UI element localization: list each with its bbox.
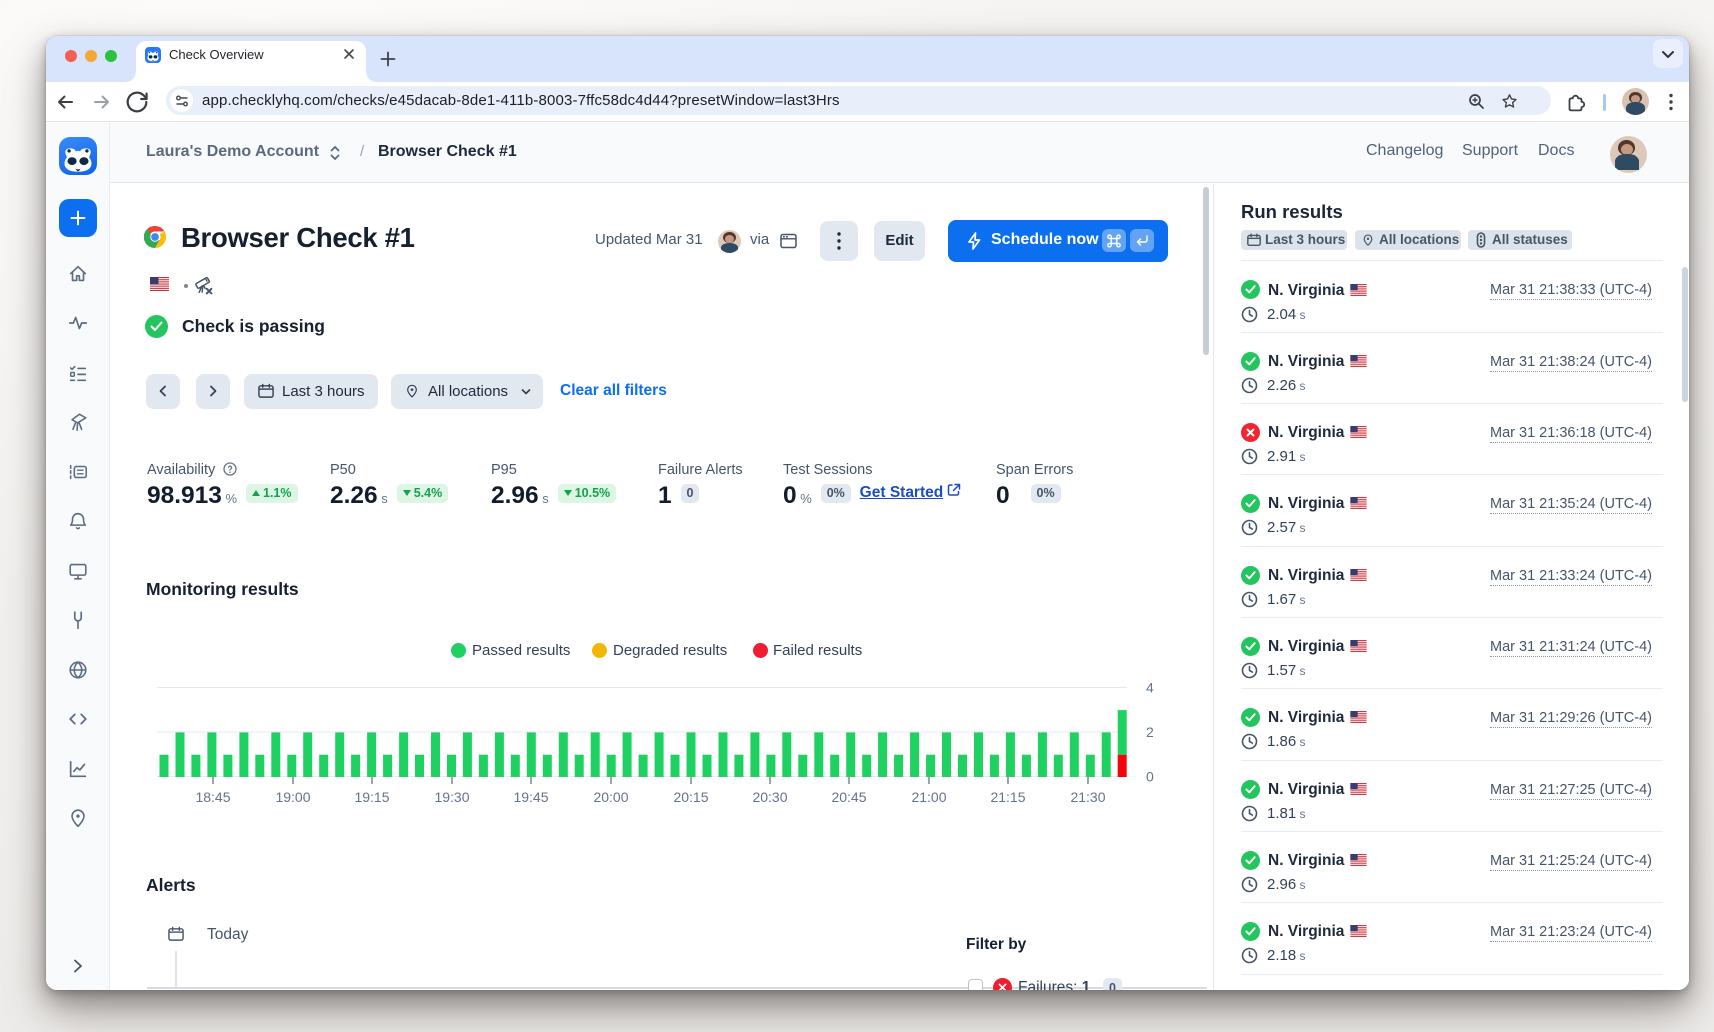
svg-text:20:15: 20:15 <box>673 789 708 805</box>
svg-text:0: 0 <box>1146 769 1154 785</box>
svg-text:19:00: 19:00 <box>275 789 310 805</box>
svg-text:4: 4 <box>1146 680 1154 696</box>
svg-text:21:30: 21:30 <box>1070 789 1105 805</box>
svg-text:20:00: 20:00 <box>593 789 628 805</box>
svg-text:20:30: 20:30 <box>752 789 787 805</box>
svg-text:19:15: 19:15 <box>354 789 389 805</box>
svg-text:19:45: 19:45 <box>513 789 548 805</box>
svg-text:20:45: 20:45 <box>831 789 866 805</box>
svg-text:21:00: 21:00 <box>911 789 946 805</box>
svg-text:19:30: 19:30 <box>434 789 469 805</box>
svg-text:21:15: 21:15 <box>990 789 1025 805</box>
svg-text:18:45: 18:45 <box>195 789 230 805</box>
svg-text:2: 2 <box>1146 724 1154 740</box>
